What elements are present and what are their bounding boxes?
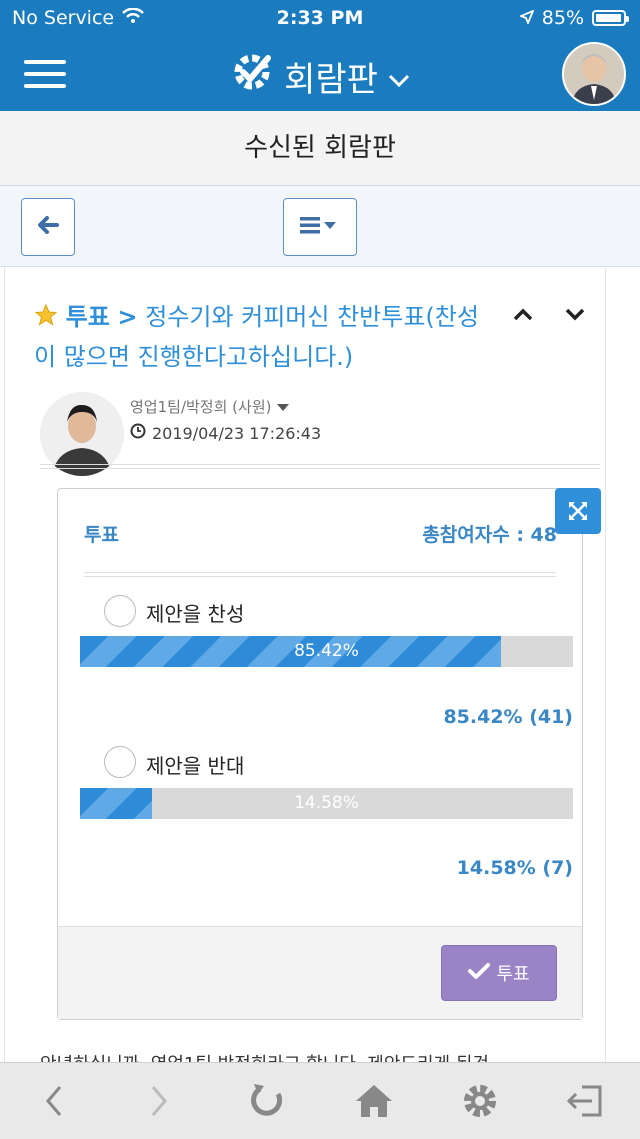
page-title: 수신된 회람판 bbox=[0, 111, 640, 186]
author-name[interactable]: 영업1팀/박정희 (사원) bbox=[130, 396, 290, 417]
chevron-down-icon bbox=[388, 57, 410, 97]
post-category: 투표 bbox=[65, 303, 110, 331]
post-date: 2019/04/23 17:26:43 bbox=[130, 423, 321, 443]
list-menu-button[interactable] bbox=[283, 198, 357, 256]
toolbar bbox=[0, 186, 640, 267]
vote-total: 총참여자수 : 48 bbox=[422, 524, 557, 546]
option-label-agree: 제안을 찬성 bbox=[146, 602, 245, 626]
option-result-agree: 85.42% (41) bbox=[443, 706, 573, 728]
option-label-disagree: 제안을 반대 bbox=[146, 754, 245, 778]
refresh-icon[interactable] bbox=[243, 1079, 291, 1123]
battery-icon bbox=[592, 10, 629, 26]
back-button[interactable] bbox=[21, 198, 75, 256]
status-bar: No Service 2:33 PM 85% bbox=[0, 0, 640, 36]
location-icon bbox=[518, 7, 535, 29]
expand-icon[interactable] bbox=[555, 488, 601, 534]
chevron-up-icon[interactable] bbox=[512, 306, 534, 326]
radio-option-agree[interactable] bbox=[104, 595, 136, 627]
vote-panel bbox=[57, 488, 583, 1020]
vote-submit-label: 투표 bbox=[496, 964, 530, 985]
post-title: 투표 > 정수기와 커피머신 찬반투표(찬성이 많으면 진행한다고하십니다.) bbox=[34, 298, 494, 376]
clock-icon bbox=[130, 423, 146, 443]
bottom-toolbar bbox=[0, 1062, 640, 1139]
radio-option-disagree[interactable] bbox=[104, 746, 136, 778]
vote-label: 투표 bbox=[84, 524, 119, 546]
browser-forward-icon[interactable] bbox=[135, 1079, 183, 1123]
progress-bar-disagree: 14.58% bbox=[80, 788, 573, 819]
top-navbar: 회람판 bbox=[0, 36, 640, 111]
progress-bar-agree: 85.42% bbox=[80, 636, 573, 667]
vote-submit-button[interactable]: 투표 bbox=[441, 945, 557, 1001]
caret-down-icon bbox=[276, 398, 290, 416]
status-right: 85% bbox=[518, 7, 629, 29]
divider bbox=[40, 464, 600, 469]
nav-title: 회람판 bbox=[284, 60, 378, 100]
settings-gear-icon[interactable] bbox=[456, 1079, 504, 1123]
option-result-disagree: 14.58% (7) bbox=[456, 857, 573, 879]
progress-text-disagree: 14.58% bbox=[294, 793, 359, 813]
gear-check-icon bbox=[230, 50, 274, 103]
author-name-text: 영업1팀/박정희 (사원) bbox=[130, 398, 272, 416]
battery-percent: 85% bbox=[541, 7, 584, 29]
browser-back-icon[interactable] bbox=[30, 1079, 78, 1123]
arrow-left-icon bbox=[37, 216, 59, 238]
user-avatar[interactable] bbox=[562, 42, 626, 106]
home-icon[interactable] bbox=[350, 1079, 398, 1123]
post-date-text: 2019/04/23 17:26:43 bbox=[152, 423, 322, 443]
breadcrumb-separator: > bbox=[117, 303, 138, 331]
vote-divider bbox=[84, 572, 556, 577]
logout-icon[interactable] bbox=[562, 1079, 610, 1123]
progress-text-agree: 85.42% bbox=[294, 641, 359, 661]
check-icon bbox=[468, 962, 491, 985]
chevron-down-icon[interactable] bbox=[564, 306, 586, 326]
list-icon bbox=[298, 215, 342, 239]
post-nav-arrows bbox=[512, 306, 586, 326]
star-icon[interactable] bbox=[34, 300, 58, 338]
nav-title-dropdown[interactable]: 회람판 bbox=[0, 50, 640, 103]
